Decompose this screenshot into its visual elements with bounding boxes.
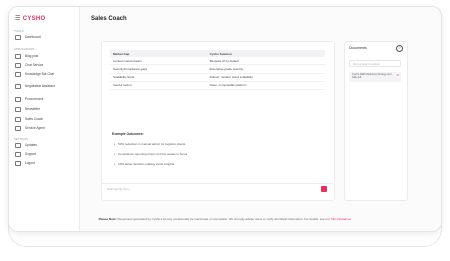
section-applications: Applications [14,47,35,51]
sidebar-item-label: Logout [25,160,35,165]
footer-disclaimer: Please Note: Responses generated by Cysh… [9,217,441,221]
chat-icon [15,63,21,68]
sidebar-item-knowledge-bot[interactable]: Knowledge Bot Chat [15,72,75,77]
table-row: Vendor lock-in Open, composable platform [110,81,325,90]
list-item: 50% reduction in manual admin for logist… [114,142,185,146]
table-cell: Scalability limits [110,73,207,82]
footer-text: Responses generated by Cysho's AI may oc… [117,217,330,221]
sidebar-item-procurement[interactable]: Procurement [15,97,75,102]
logout-icon [15,161,21,166]
sidebar-item-updates[interactable]: Updates [15,143,75,148]
sidebar-item-chat-service[interactable]: Chat Service [15,63,75,68]
footer-label: Please Note: [98,217,117,221]
sidebar-item-dashboard[interactable]: Dashboard [15,35,75,40]
sidebar-item-support[interactable]: Support [15,152,75,157]
sidebar-item-label: Updates [25,142,37,147]
send-icon: ➤ [327,189,331,194]
list-item: 10% faster decision-making via AI insigh… [114,162,174,166]
prompt-placeholder: Start typing here... [107,187,132,191]
documents-panel: Documents ? Drop or select to upload Cys… [344,41,408,201]
table-cell: Security/compliance gaps [110,64,207,74]
sidebar-item-label: Support [25,151,37,156]
logo-text: CYSHO [22,16,46,22]
table-row: Limited customization Bespoke AI by defau… [110,57,325,66]
table-header-row: Market Gap Cysho Solution [110,50,325,58]
sidebar-item-label: Newsletter [25,106,41,111]
handshake-icon [15,84,21,89]
help-icon[interactable]: ? [396,45,403,52]
bot-icon [15,72,21,77]
documents-title: Documents [349,46,367,50]
table-header: Cysho Solution [206,50,325,58]
sidebar-item-label: Sales Coach [25,116,44,121]
send-button[interactable]: ➤ [321,186,331,194]
blog-icon [15,54,21,59]
table-cell: Limited customization [110,57,207,66]
table-cell: Vendor lock-in [110,81,207,90]
table-header: Market Gap [110,50,207,58]
table-cell: Robust, modern cloud scalability [206,73,325,82]
sidebar-item-newsletter[interactable]: Newsletter [15,107,75,112]
outcomes-heading: Example Outcomes: [112,132,144,136]
sidebar-item-label: Knowledge Bot Chat [25,71,55,76]
table-cell: Bespoke AI by default [206,57,325,66]
app-window: ☰ CYSHO Tools Dashboard Applications Blog… [8,6,442,232]
updates-icon [15,143,21,148]
sidebar-item-sales-coach[interactable]: Sales Coach [15,117,75,122]
chat-output-card: Market Gap Cysho Solution Limited custom… [101,41,335,201]
menu-icon[interactable]: ☰ [15,16,21,22]
sidebar-item-label: Service Agent [25,125,45,130]
sidebar-item-logout[interactable]: Logout [15,161,75,166]
document-file-name: Cysho DEB Marketing Strategy and Sale.pd… [352,73,392,80]
cart-icon [15,97,21,102]
section-settings: Settings [14,137,28,141]
table-row: Scalability limits Robust, modern cloud s… [110,73,325,82]
section-tools: Tools [14,29,24,33]
prompt-input[interactable]: Start typing here... ➤ [101,183,333,194]
sidebar-item-label: Negotiation Assistant [25,83,55,88]
sidebar-item-label: Chat Service [25,62,44,67]
sidebar-item-blog-post[interactable]: Blog post [15,54,75,59]
sidebar-item-label: Blog post [25,53,39,58]
coach-icon [15,117,21,122]
sidebar: ☰ CYSHO Tools Dashboard Applications Blog… [9,7,80,231]
page-title: Sales Coach [91,16,127,22]
comparison-table: Market Gap Cysho Solution Limited custom… [110,50,325,90]
agent-icon [15,126,21,131]
sidebar-item-negotiation[interactable]: Negotiation Assistant [15,84,75,89]
logo[interactable]: ☰ CYSHO [15,15,46,22]
sidebar-item-label: Dashboard [25,34,41,39]
sidebar-item-label: Procurement [25,96,44,101]
list-item: Compliance reporting times cut from week… [114,152,187,156]
newsletter-icon [15,107,21,112]
dashboard-icon [15,35,21,40]
tc-disclaimer-link[interactable]: T&C Disclaimer [331,217,352,221]
sidebar-item-service-agent[interactable]: Service Agent [15,126,75,131]
support-icon [15,152,21,157]
table-row: Security/compliance gaps Enterprise-grade… [110,64,325,74]
table-cell: Open, composable platform [206,81,325,90]
table-cell: Enterprise-grade security [206,64,325,74]
document-item[interactable]: Cysho DEB Marketing Strategy and Sale.pd… [349,72,401,82]
upload-dropzone[interactable]: Drop or select to upload [349,60,401,67]
remove-document-icon[interactable]: ✕ [396,73,399,77]
main-content: Sales Coach Market Gap Cysho Solution Li… [79,7,441,231]
